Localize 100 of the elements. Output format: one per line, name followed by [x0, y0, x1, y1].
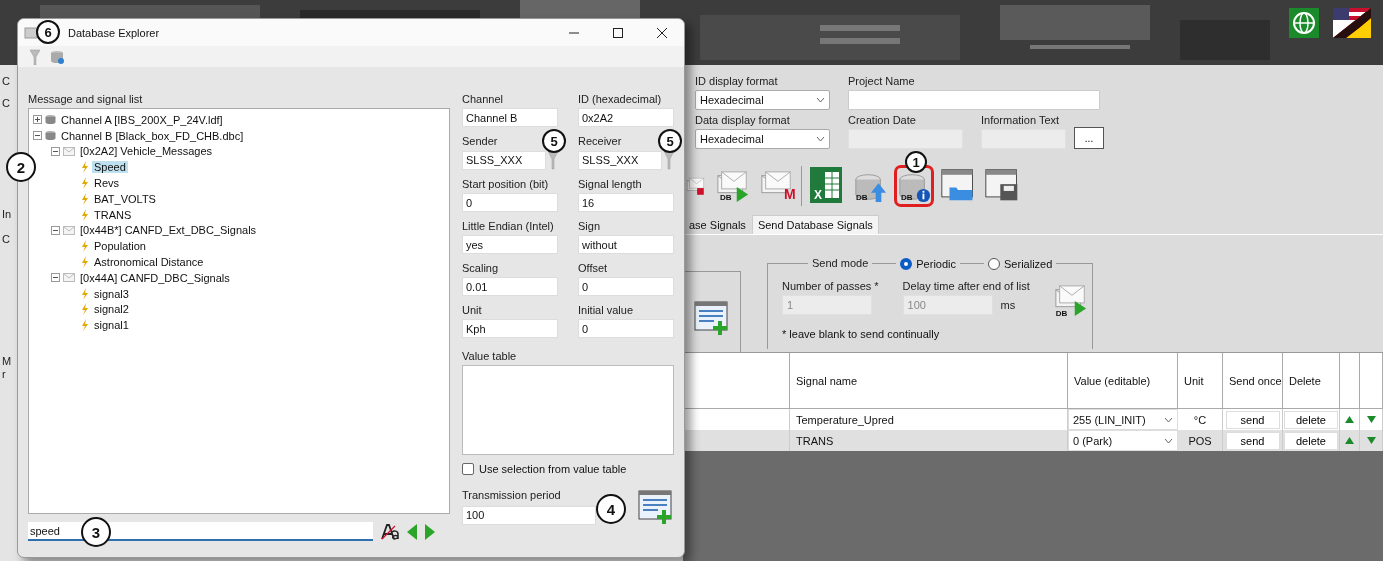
- value-dropdown[interactable]: 255 (LIN_INIT): [1068, 409, 1178, 430]
- mail-send-icon[interactable]: [716, 170, 750, 204]
- icon-label: DB: [856, 193, 868, 202]
- chevron-down-icon[interactable]: [1164, 437, 1173, 444]
- tree-item[interactable]: [0x44A] CANFD_DBC_Signals: [78, 271, 232, 284]
- field-label: Little Endian (Intel): [462, 219, 554, 234]
- maximize-icon: [613, 27, 623, 38]
- mail-send-icon[interactable]: [1053, 284, 1088, 318]
- tree-item[interactable]: Revs: [92, 177, 122, 190]
- delete-button[interactable]: delete: [1284, 431, 1338, 450]
- field-label: Channel: [462, 92, 503, 107]
- filter-icon[interactable]: [548, 150, 558, 170]
- next-icon[interactable]: [425, 523, 435, 540]
- text-field[interactable]: 100: [462, 505, 596, 525]
- field-label: Delay time after end of list: [902, 279, 1030, 294]
- unit-label: ms: [1000, 297, 1016, 313]
- collapse-icon[interactable]: [51, 225, 60, 235]
- text-field[interactable]: 0.01: [462, 277, 558, 296]
- tree-item[interactable]: signal2: [92, 303, 131, 316]
- label-fragment: M: [2, 355, 12, 368]
- value-table-field[interactable]: [462, 365, 674, 455]
- match-case-icon[interactable]: [381, 523, 399, 540]
- field-label: Unit: [462, 303, 482, 318]
- send-button[interactable]: send: [1225, 410, 1280, 429]
- icon-label: DB: [720, 193, 732, 202]
- text-field[interactable]: SLSS_XXX: [578, 150, 662, 170]
- radio-option[interactable]: Periodic: [900, 257, 956, 270]
- lightning-icon: [81, 177, 89, 190]
- text-field[interactable]: Channel B: [462, 108, 558, 127]
- collapse-icon[interactable]: [51, 147, 60, 156]
- project-name-field[interactable]: [848, 90, 1100, 110]
- field-label: Information Text: [981, 113, 1060, 128]
- lightning-icon: [81, 161, 89, 174]
- globe-icon[interactable]: [1289, 8, 1319, 38]
- text-field[interactable]: yes: [462, 235, 558, 254]
- move-up-icon[interactable]: [1345, 416, 1354, 423]
- list-add-icon[interactable]: [693, 301, 730, 335]
- lightning-icon: [81, 303, 89, 316]
- tree-item[interactable]: Speed: [92, 161, 128, 174]
- tree-item[interactable]: signal3: [92, 287, 131, 300]
- field-label: ID display format: [695, 74, 778, 89]
- send-button[interactable]: send: [1225, 431, 1280, 450]
- text-field[interactable]: 16: [578, 193, 674, 212]
- callout-number: 5: [542, 129, 566, 153]
- value-dropdown[interactable]: 0 (Park): [1068, 430, 1178, 451]
- app-icon: [24, 25, 38, 40]
- data-format-dropdown[interactable]: Hexadecimal: [695, 129, 830, 149]
- add-signal-icon[interactable]: [638, 490, 674, 524]
- envelope-icon: [63, 225, 75, 235]
- collapse-icon[interactable]: [51, 273, 60, 283]
- window-title: Database Explorer: [68, 26, 161, 39]
- spreadsheet-icon[interactable]: [809, 166, 843, 204]
- tree-item[interactable]: Channel B [Black_box_FD_CHB.dbc]: [59, 129, 246, 142]
- text-field[interactable]: 0: [578, 277, 674, 296]
- icon-label: X: [814, 188, 822, 202]
- field-label: Signal length: [578, 177, 642, 192]
- move-up-icon[interactable]: [1345, 437, 1354, 444]
- text-field[interactable]: without: [578, 235, 674, 254]
- chevron-down-icon[interactable]: [816, 97, 825, 103]
- tree-item[interactable]: Population: [92, 240, 148, 253]
- tab[interactable]: Send Database Signals: [751, 215, 879, 234]
- flag-icon[interactable]: [1333, 8, 1371, 38]
- field-label: Start position (bit): [462, 177, 549, 192]
- radio-option[interactable]: Serialized: [988, 257, 1053, 270]
- tree-item[interactable]: TRANS: [92, 208, 134, 221]
- text-field[interactable]: SLSS_XXX: [462, 150, 546, 170]
- field-label: Sender: [462, 134, 498, 149]
- tree-item[interactable]: Channel A [IBS_200X_P_24V.ldf]: [59, 113, 225, 126]
- field-label: Scaling: [462, 261, 499, 276]
- tree-item[interactable]: signal1: [92, 319, 131, 332]
- field-label: Transmission period: [462, 488, 561, 503]
- table-cell: TRANS: [790, 430, 1068, 451]
- tree-item[interactable]: BAT_VOLTS: [92, 192, 158, 205]
- callout-number: 4: [596, 494, 626, 524]
- tree-item[interactable]: [0x44B*] CANFD_Ext_DBC_Signals: [78, 224, 259, 237]
- move-down-icon[interactable]: [1366, 437, 1376, 444]
- callout-number: 1: [905, 151, 927, 173]
- text-field[interactable]: 0x2A2: [578, 108, 674, 127]
- text-field[interactable]: Kph: [462, 319, 558, 338]
- delete-button[interactable]: delete: [1284, 410, 1338, 429]
- field-label: ID (hexadecimal): [578, 92, 662, 107]
- tree-item[interactable]: Astronomical Distance: [92, 256, 206, 269]
- chevron-down-icon[interactable]: [1164, 416, 1173, 423]
- icon-label: DB: [901, 193, 913, 202]
- move-down-icon[interactable]: [1366, 416, 1376, 423]
- database-icon[interactable]: [50, 49, 64, 64]
- checkbox[interactable]: Use selection from value table: [462, 463, 674, 475]
- text-field[interactable]: 0: [578, 319, 674, 338]
- database-icon: [45, 114, 56, 126]
- label-fragment: C: [2, 75, 10, 88]
- filter-icon[interactable]: [664, 150, 674, 170]
- previous-icon[interactable]: [407, 523, 417, 540]
- text-field[interactable]: 0: [462, 193, 558, 212]
- field-label: Value table: [462, 349, 517, 364]
- collapse-icon[interactable]: [33, 131, 42, 141]
- field-label: Project Name: [848, 74, 915, 89]
- expand-icon[interactable]: [33, 115, 42, 125]
- id-format-dropdown[interactable]: Hexadecimal: [695, 90, 830, 110]
- chevron-down-icon[interactable]: [816, 136, 825, 142]
- tree-item[interactable]: [0x2A2] Vehicle_Messages: [78, 145, 215, 158]
